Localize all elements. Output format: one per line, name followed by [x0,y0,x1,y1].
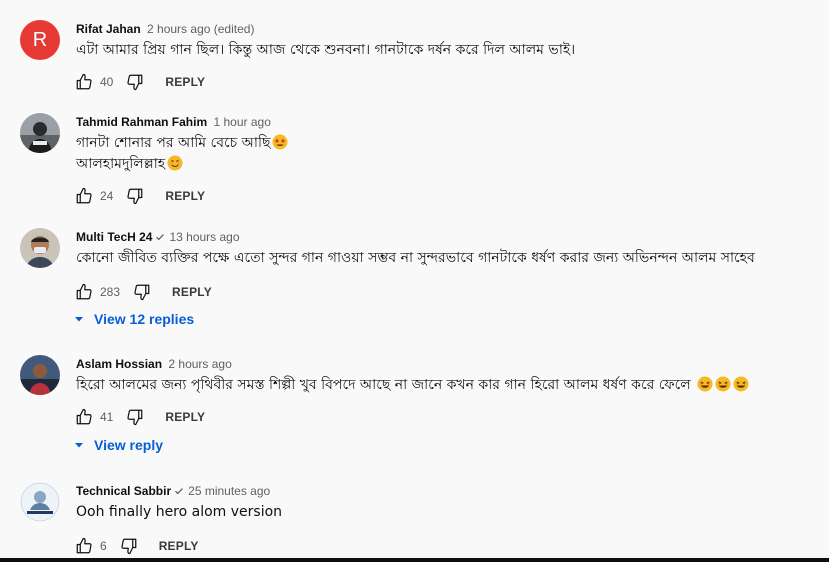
reply-button[interactable]: REPLY [165,410,205,424]
view-replies-button[interactable]: View 12 replies [72,307,194,331]
like-count: 41 [100,410,114,424]
comment-time[interactable]: 2 hours ago [168,357,231,371]
avatar[interactable] [20,355,60,395]
comment-author[interactable]: Rifat Jahan [76,22,141,36]
view-replies-button[interactable]: View reply [72,433,163,457]
dislike-icon[interactable] [117,534,141,558]
reply-button[interactable]: REPLY [165,75,205,89]
comment-text: হিরো আলমের জন্য পৃথিবীর সমস্ত শিল্পী খুব… [76,375,816,396]
dislike-icon[interactable] [123,70,147,94]
avatar[interactable] [20,228,60,268]
like-count: 283 [100,285,121,299]
like-icon[interactable] [72,184,96,208]
comment-text: এটা আমার প্রিয় গান ছিল। কিন্তু আজ থেকে … [76,42,576,58]
comment-text: Ooh finally hero alom version [76,504,283,520]
verified-check-icon [175,488,184,495]
reply-button[interactable]: REPLY [165,189,205,203]
like-icon[interactable] [72,534,96,558]
laughing-emoji [733,376,749,392]
reply-button[interactable]: REPLY [172,285,212,299]
comment-time[interactable]: 13 hours ago [169,230,239,244]
comment-time[interactable]: 1 hour ago [213,115,270,129]
caret-down-icon [75,317,83,322]
comment-author[interactable]: Multi TecH 24 [76,230,152,244]
avatar[interactable]: R [20,20,60,60]
like-icon[interactable] [72,405,96,429]
comment-time[interactable]: 25 minutes ago [188,484,270,498]
comment-line: আলহামদুলিল্লাহ [76,156,166,172]
view-replies-label: View 12 replies [94,311,195,327]
like-icon[interactable] [72,70,96,94]
dislike-icon[interactable] [123,184,147,208]
avatar[interactable] [20,113,60,153]
verified-check-icon [156,234,165,241]
comment-line: হিরো আলমের জন্য পৃথিবীর সমস্ত শিল্পী খুব… [76,377,691,393]
caret-down-icon [75,443,83,448]
like-count: 40 [100,75,114,89]
window-bottom-edge [0,558,829,562]
comment-author[interactable]: Tahmid Rahman Fahim [76,115,207,129]
dislike-icon[interactable] [130,280,154,304]
comment-text: কোনো জীবিত ব্যক্তির পক্ষে এতো সুন্দর গান… [76,250,755,266]
like-count: 24 [100,189,114,203]
dislike-icon[interactable] [123,405,147,429]
laughing-emoji [715,376,731,392]
like-count: 6 [100,539,107,553]
comment-author[interactable]: Technical Sabbir [76,484,171,498]
avatar[interactable] [20,482,60,522]
laughing-emoji [697,376,713,392]
comment-author[interactable]: Aslam Hossian [76,357,162,371]
comment-line: গানটা শোনার পর আমি বেচে আছি [76,135,271,151]
view-replies-label: View reply [94,437,164,453]
reply-button[interactable]: REPLY [159,539,199,553]
smiling-emoji [167,155,183,171]
comment-text: গানটা শোনার পর আমি বেচে আছি আলহামদুলিল্ল… [76,133,816,175]
comment-time[interactable]: 2 hours ago (edited) [147,22,254,36]
star-struck-emoji [272,134,288,150]
like-icon[interactable] [72,280,96,304]
